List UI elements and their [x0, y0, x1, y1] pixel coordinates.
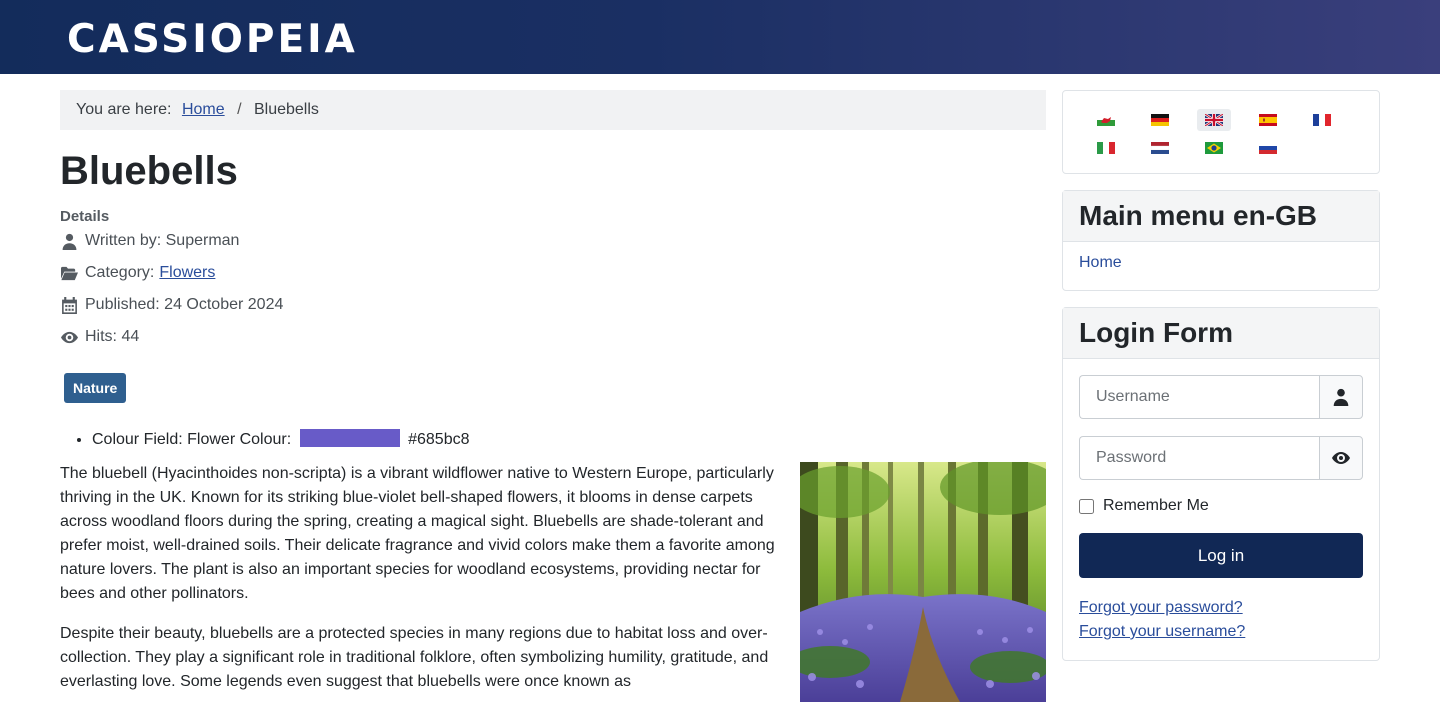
category-label: Category: [85, 264, 155, 281]
password-group [1079, 436, 1363, 480]
breadcrumb-home-link[interactable]: Home [182, 101, 225, 118]
username-input[interactable] [1079, 375, 1319, 419]
forgot-password-link[interactable]: Forgot your password? [1079, 596, 1363, 620]
remember-me-checkbox[interactable] [1079, 498, 1094, 514]
meta-published: Published: 24 October 2024 [60, 289, 1046, 321]
remember-me[interactable]: Remember Me [1079, 497, 1363, 515]
site-brand[interactable]: CASSIOPEIA [67, 18, 358, 62]
language-flag-pt-br[interactable] [1197, 137, 1231, 159]
password-input[interactable] [1079, 436, 1319, 480]
language-list [1063, 91, 1379, 173]
tag-badge[interactable]: Nature [64, 373, 127, 403]
main-menu-module: Main menu en-GB Home [1062, 190, 1380, 291]
eye-icon [60, 328, 78, 346]
calendar-icon [60, 296, 78, 314]
colour-field-value: #685bc8 [408, 431, 470, 448]
main-content: You are here: Home / Bluebells Bluebells… [60, 90, 1046, 710]
flag-en-gb-icon [1205, 114, 1223, 126]
show-password-eye-icon[interactable] [1319, 436, 1363, 480]
language-flag-es[interactable] [1251, 109, 1285, 131]
forgot-username-link[interactable]: Forgot your username? [1079, 620, 1363, 644]
login-links: Forgot your password? Forgot your userna… [1079, 596, 1363, 644]
login-title: Login Form [1063, 308, 1379, 359]
sidebar: Main menu en-GB Home Login Form Remember [1062, 90, 1380, 677]
article-paragraph-1: The bluebell (Hyacinthoides non-scripta)… [60, 465, 775, 602]
colour-swatch [299, 429, 400, 447]
site-header: CASSIOPEIA [0, 0, 1440, 74]
details-heading: Details [60, 208, 110, 225]
article-paragraph-2: Despite their beauty, bluebells are a pr… [60, 625, 769, 690]
language-flag-en-gb[interactable] [1197, 109, 1231, 131]
flag-fr-icon [1313, 114, 1331, 126]
meta-category: Category: Flowers [60, 257, 1046, 289]
custom-fields-list: Colour Field: Flower Colour: #685bc8 [60, 429, 1046, 450]
language-flag-ru[interactable] [1251, 137, 1285, 159]
category-link[interactable]: Flowers [159, 264, 215, 282]
bluebell-woodland-image [800, 462, 1046, 702]
language-flag-nl[interactable] [1143, 137, 1177, 159]
remember-me-label: Remember Me [1103, 497, 1209, 514]
flag-it-icon [1097, 142, 1115, 154]
user-icon [1319, 375, 1363, 419]
language-flag-cy[interactable] [1089, 109, 1123, 131]
colour-field: Colour Field: Flower Colour: #685bc8 [92, 429, 1046, 450]
language-switcher [1062, 90, 1380, 174]
breadcrumb: You are here: Home / Bluebells [60, 90, 1046, 130]
user-icon [60, 232, 78, 250]
meta-author: Written by: Superman [60, 225, 1046, 257]
published-text: Published: 24 October 2024 [85, 296, 284, 313]
breadcrumb-prefix: You are here: [76, 101, 172, 118]
language-flag-de[interactable] [1143, 109, 1177, 131]
colour-field-label: Colour Field: Flower Colour: [92, 431, 292, 448]
author-text: Written by: Superman [85, 232, 240, 249]
main-menu-list: Home [1063, 242, 1379, 290]
flag-pt-br-icon [1205, 142, 1223, 154]
folder-open-icon [60, 264, 78, 282]
meta-hits: Hits: 44 [60, 321, 1046, 353]
language-flag-fr[interactable] [1305, 109, 1339, 131]
flag-de-icon [1151, 114, 1169, 126]
article-body: The bluebell (Hyacinthoides non-scripta)… [60, 462, 1046, 702]
flag-ru-icon [1259, 142, 1277, 154]
flag-nl-icon [1151, 142, 1169, 154]
flag-cy-icon [1097, 114, 1115, 126]
login-form: Remember Me Log in Forgot your password?… [1063, 359, 1379, 660]
login-module: Login Form Remember Me Log in Forgot yo [1062, 307, 1380, 661]
flag-es-icon [1259, 114, 1277, 126]
login-button[interactable]: Log in [1079, 533, 1363, 578]
username-group [1079, 375, 1363, 419]
main-menu-title: Main menu en-GB [1063, 191, 1379, 242]
hits-text: Hits: 44 [85, 328, 140, 345]
breadcrumb-current: Bluebells [253, 101, 319, 118]
language-flag-it[interactable] [1089, 137, 1123, 159]
menu-item-home[interactable]: Home [1079, 254, 1122, 271]
breadcrumb-separator: / [237, 101, 242, 118]
page-title: Bluebells [60, 149, 238, 193]
